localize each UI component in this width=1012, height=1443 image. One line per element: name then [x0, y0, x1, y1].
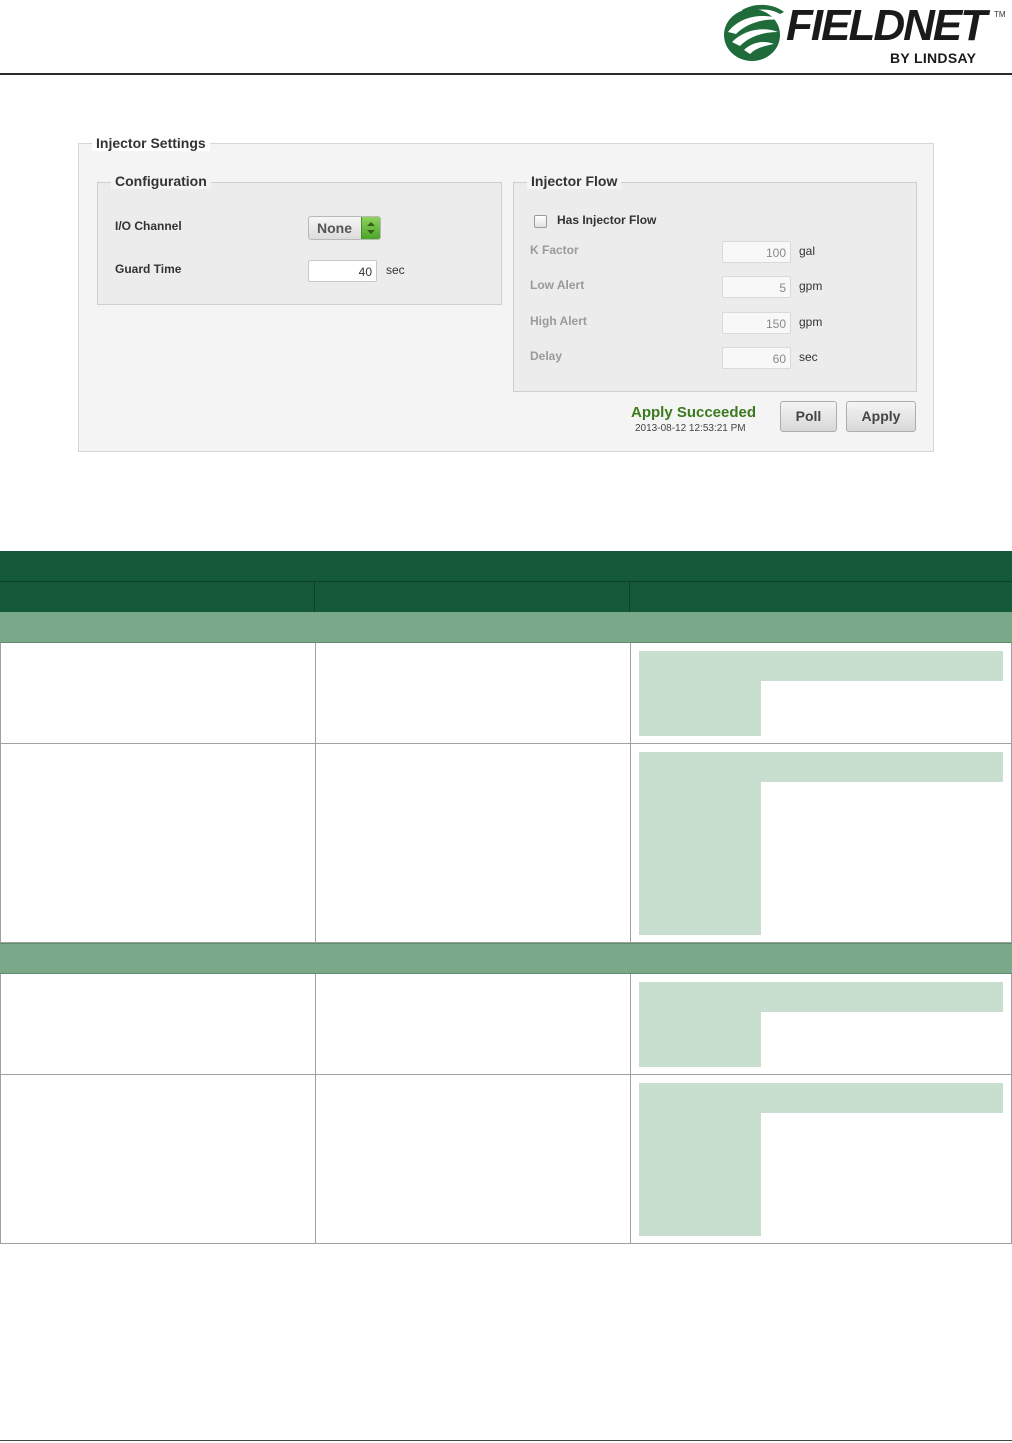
table-cell — [315, 1075, 630, 1243]
table-cell — [315, 744, 630, 942]
injector-settings-panel: Injector Settings Configuration I/O Chan… — [78, 135, 934, 452]
high-alert-label: High Alert — [530, 314, 587, 328]
io-channel-value: None — [317, 220, 352, 236]
placeholder-block — [639, 1113, 761, 1236]
table-row — [0, 643, 1012, 744]
placeholder-block — [639, 651, 1003, 681]
placeholder-block — [639, 681, 761, 736]
table-row — [0, 1075, 1012, 1244]
table-cell — [1, 1075, 315, 1243]
injector-flow-title: Injector Flow — [527, 173, 622, 189]
io-channel-label: I/O Channel — [115, 219, 182, 233]
table-title-row — [0, 551, 1012, 581]
table-row — [0, 974, 1012, 1075]
table-cell — [315, 643, 630, 743]
low-alert-label: Low Alert — [530, 278, 585, 292]
guard-time-input[interactable]: 40 — [308, 260, 377, 282]
column-header-1 — [0, 582, 314, 612]
placeholder-block — [639, 1012, 761, 1067]
delay-label: Delay — [530, 349, 563, 363]
table-cell — [630, 974, 1012, 1074]
placeholder-block — [639, 982, 1003, 1012]
poll-button[interactable]: Poll — [780, 401, 837, 432]
injector-flow-group: Injector Flow Has Injector Flow K Factor… — [513, 173, 917, 392]
table-row — [0, 744, 1012, 943]
table-cell — [1, 643, 315, 743]
footer-divider — [0, 1440, 1012, 1441]
table-section-header — [0, 943, 1012, 974]
low-alert-unit: gpm — [799, 279, 823, 293]
table-cell — [1, 974, 315, 1074]
column-header-3 — [629, 582, 1012, 612]
k-factor-input[interactable]: 100 — [722, 241, 791, 263]
brand-wordmark: FIELDNET — [786, 1, 987, 50]
has-injector-flow-label: Has Injector Flow — [557, 213, 657, 227]
table-section-header — [0, 612, 1012, 643]
guard-time-label: Guard Time — [115, 262, 182, 276]
injector-settings-title: Injector Settings — [92, 135, 210, 151]
trademark-mark: TM — [994, 10, 1006, 19]
table-cell — [630, 643, 1012, 743]
configuration-title: Configuration — [111, 173, 211, 189]
guard-time-unit: sec — [386, 263, 405, 277]
brand-subtitle: BY LINDSAY — [890, 50, 977, 66]
fieldnet-logo: FIELDNET TM BY LINDSAY — [720, 0, 1012, 70]
header-divider — [0, 73, 1012, 75]
table-cell — [315, 974, 630, 1074]
column-header-2 — [314, 582, 629, 612]
select-arrows-icon — [361, 217, 380, 239]
io-channel-select[interactable]: None — [308, 216, 381, 240]
placeholder-block — [639, 1083, 1003, 1113]
high-alert-unit: gpm — [799, 315, 823, 329]
configuration-group: Configuration I/O Channel None Guard Tim… — [97, 173, 502, 305]
delay-unit: sec — [799, 350, 818, 364]
delay-input[interactable]: 60 — [722, 347, 791, 369]
high-alert-input[interactable]: 150 — [722, 312, 791, 334]
k-factor-unit: gal — [799, 244, 816, 258]
apply-status-timestamp: 2013-08-12 12:53:21 PM — [635, 423, 746, 434]
placeholder-block — [639, 752, 1003, 782]
table-column-header-row — [0, 581, 1012, 612]
k-factor-label: K Factor — [530, 243, 579, 257]
low-alert-input[interactable]: 5 — [722, 276, 791, 298]
table-cell — [630, 744, 1012, 942]
has-injector-flow-checkbox[interactable] — [534, 215, 547, 228]
table-cell — [630, 1075, 1012, 1243]
placeholder-block — [639, 782, 761, 935]
table-cell — [1, 744, 315, 942]
apply-button[interactable]: Apply — [846, 401, 916, 432]
fieldnet-swoosh-icon — [724, 4, 784, 61]
apply-status-message: Apply Succeeded — [631, 404, 757, 421]
